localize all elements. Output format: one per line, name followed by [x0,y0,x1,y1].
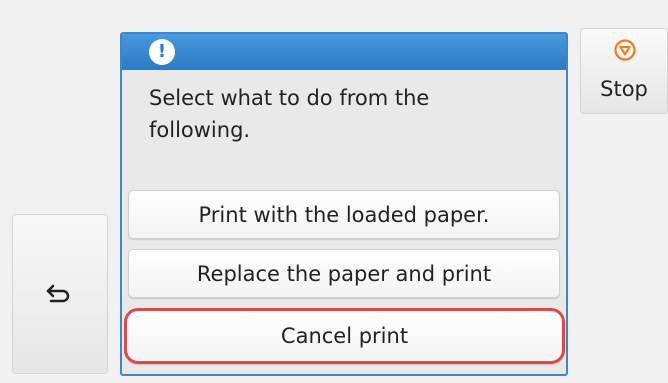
dialog-header: ! [122,34,566,70]
print-with-loaded-paper-button[interactable]: Print with the loaded paper. [128,190,560,239]
cancel-print-button[interactable]: Cancel print [124,308,565,364]
exclamation-circle-icon: ! [149,39,175,65]
option-label: Replace the paper and print [196,261,492,286]
option-label: Cancel print [280,324,409,348]
stop-label: Stop [600,77,648,101]
stop-octagon-icon [614,39,636,61]
back-button[interactable] [12,214,108,374]
replace-paper-and-print-button[interactable]: Replace the paper and print [128,249,560,298]
back-arrow-icon [46,284,70,303]
stop-button[interactable]: Stop [580,28,668,114]
printer-screen: ! Select what to do from the following. … [0,0,668,383]
dialog-message: Select what to do from the following. [149,86,430,142]
message-dialog: ! Select what to do from the following. … [120,32,568,376]
option-label: Print with the loaded paper. [198,202,490,227]
